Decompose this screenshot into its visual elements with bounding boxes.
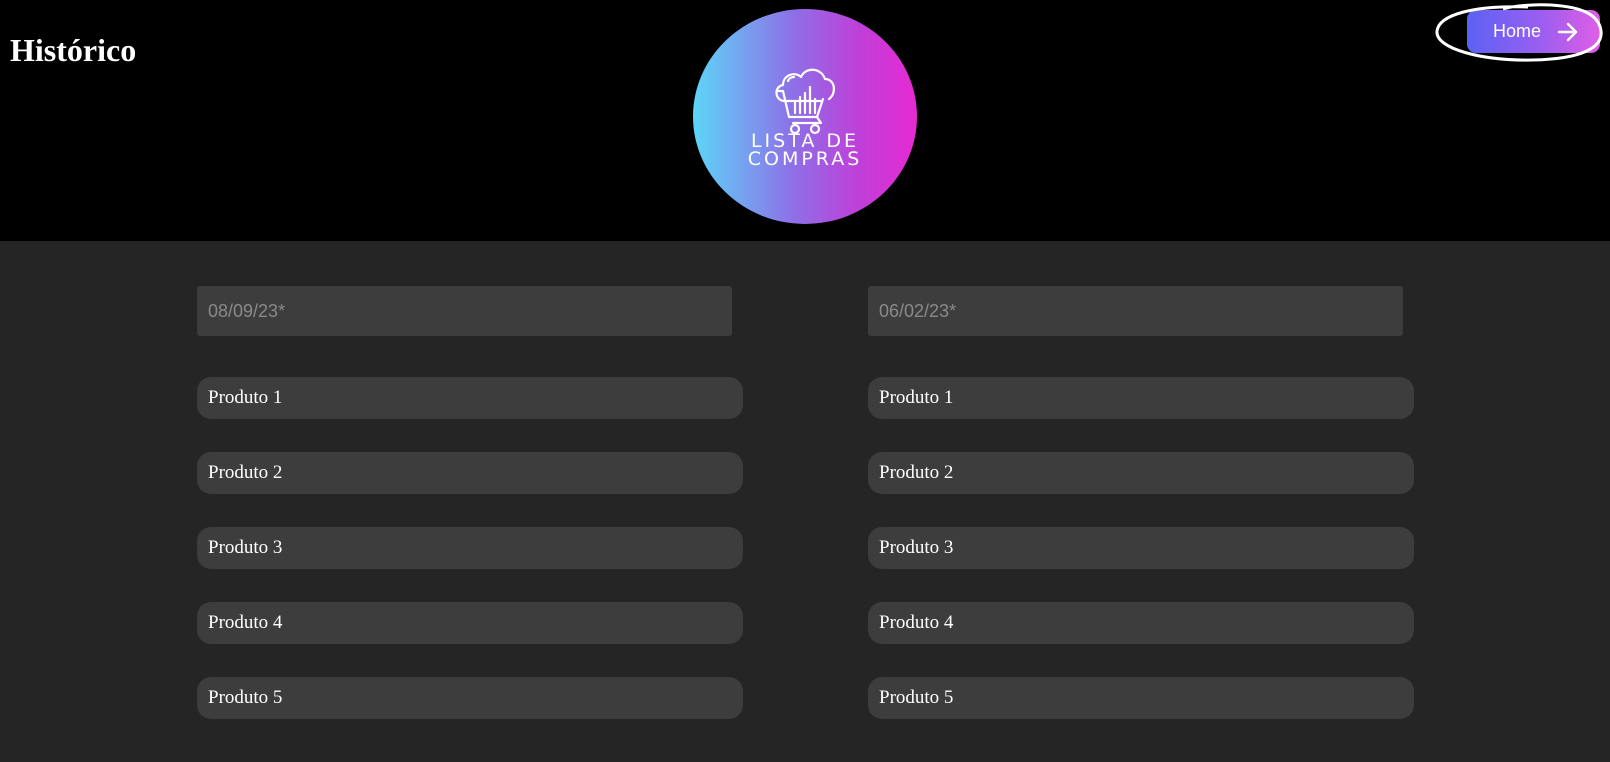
- header: Histórico LISTA DE COMPRAS Home: [0, 0, 1610, 241]
- product-item[interactable]: Produto 2: [868, 452, 1414, 494]
- product-item[interactable]: Produto 3: [197, 527, 743, 569]
- product-item[interactable]: Produto 1: [868, 377, 1414, 419]
- product-item[interactable]: Produto 4: [197, 602, 743, 644]
- logo: LISTA DE COMPRAS: [693, 9, 917, 224]
- date-field-right[interactable]: [868, 286, 1403, 336]
- logo-text-line2: COMPRAS: [747, 148, 863, 170]
- product-item[interactable]: Produto 4: [868, 602, 1414, 644]
- arrow-right-icon: [1557, 22, 1578, 42]
- page-title: Histórico: [10, 32, 137, 68]
- product-item[interactable]: Produto 3: [868, 527, 1414, 569]
- cloud-cart-icon: [775, 68, 835, 135]
- home-button[interactable]: Home: [1467, 10, 1600, 53]
- product-item[interactable]: Produto 5: [197, 677, 743, 719]
- date-field-left[interactable]: [197, 286, 732, 336]
- product-item[interactable]: Produto 2: [197, 452, 743, 494]
- product-item[interactable]: Produto 5: [868, 677, 1414, 719]
- home-button-label: Home: [1493, 21, 1542, 41]
- product-item[interactable]: Produto 1: [197, 377, 743, 419]
